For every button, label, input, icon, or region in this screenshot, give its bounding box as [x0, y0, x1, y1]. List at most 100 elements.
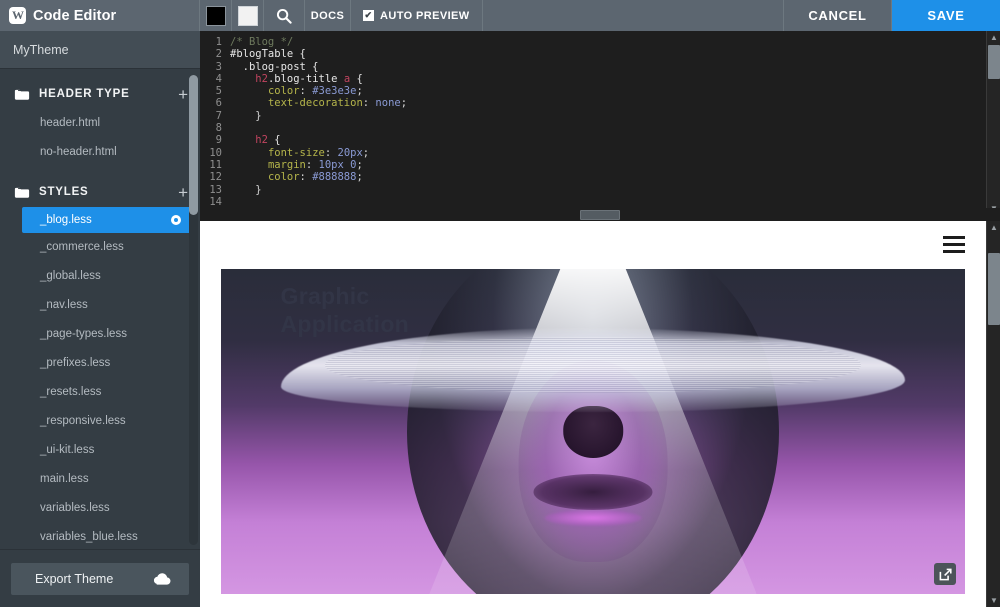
code-line-text[interactable]: color: #888888;: [230, 171, 363, 183]
scroll-up-arrow-icon[interactable]: ▲: [987, 221, 1000, 234]
code-line: 2 #blogTable {: [200, 48, 986, 60]
add-file-button[interactable]: +: [178, 184, 188, 201]
line-number: 4: [215, 72, 222, 85]
pane-splitter[interactable]: [200, 208, 1000, 221]
code-token: #888888: [312, 171, 357, 184]
file-item-prefixes-less[interactable]: _prefixes.less: [0, 349, 200, 378]
code-line: 4 h2.blog-title a {: [200, 73, 986, 85]
code-line-text[interactable]: h2.blog-title a {: [230, 73, 363, 85]
code-token: }: [230, 183, 262, 196]
code-token: :: [324, 146, 338, 159]
code-editor-pane[interactable]: 1/* Blog */2 #blogTable {3 .blog-post {4 …: [200, 31, 1000, 215]
gear-icon[interactable]: [170, 214, 182, 226]
black-swatch-icon: [205, 5, 226, 26]
code-editor-app: W Code Editor DOCS ✔ AUTO PREVIEW CANCEL…: [0, 0, 1000, 607]
preview-scrollbar-track[interactable]: ▲ ▼: [986, 221, 1000, 607]
docs-button[interactable]: DOCS: [305, 0, 351, 31]
preview-site-nav: [200, 221, 986, 266]
code-content[interactable]: 1/* Blog */2 #blogTable {3 .blog-post {4 …: [200, 36, 986, 215]
line-number: 13: [209, 183, 222, 196]
editor-scrollbar-thumb[interactable]: [988, 45, 1000, 79]
hero-heading: Graphic Application: [281, 282, 410, 338]
hamburger-menu-icon[interactable]: [943, 236, 965, 257]
file-item-blog-less-selected[interactable]: _blog.less: [22, 207, 192, 233]
sidebar-scrollbar-thumb[interactable]: [189, 75, 198, 215]
code-line-text[interactable]: text-decoration: none;: [230, 97, 407, 109]
code-token: ;: [356, 171, 363, 184]
search-button[interactable]: [264, 0, 305, 31]
code-line: 8: [200, 122, 986, 134]
open-in-new-window-button[interactable]: [934, 563, 956, 585]
line-number: 12: [209, 171, 222, 184]
code-line-text[interactable]: }: [230, 109, 262, 122]
code-token: ;: [400, 97, 408, 110]
add-file-button[interactable]: +: [178, 86, 188, 103]
code-line-text[interactable]: color: #3e3e3e;: [230, 85, 363, 97]
file-item-main-less[interactable]: main.less: [0, 465, 200, 494]
code-token: ;: [356, 158, 363, 171]
code-line: 14: [200, 196, 986, 208]
file-item-nav-less[interactable]: _nav.less: [0, 291, 200, 320]
preview-scrollbar-thumb[interactable]: [988, 253, 1000, 325]
file-group-header-styles[interactable]: STYLES +: [0, 177, 200, 207]
export-theme-button[interactable]: Export Theme: [11, 562, 189, 595]
code-token: :: [305, 158, 319, 171]
file-item-header-html[interactable]: header.html: [0, 109, 200, 138]
scroll-down-arrow-icon[interactable]: ▼: [987, 594, 1000, 607]
white-swatch-icon: [237, 5, 258, 26]
code-line: 11 margin: 10px 0;: [200, 159, 986, 171]
file-item-page-types-less[interactable]: _page-types.less: [0, 320, 200, 349]
file-item-responsive-less[interactable]: _responsive.less: [0, 407, 200, 436]
code-token: {: [350, 72, 363, 85]
code-line-text[interactable]: margin: 10px 0;: [230, 159, 363, 171]
file-group-header-header-type[interactable]: HEADER TYPE +: [0, 79, 200, 109]
group-label: HEADER TYPE: [39, 88, 130, 100]
code-token: 20px: [337, 146, 363, 159]
code-scroll-area[interactable]: 1/* Blog */2 #blogTable {3 .blog-post {4 …: [200, 31, 986, 215]
file-item-global-less[interactable]: _global.less: [0, 262, 200, 291]
dark-theme-swatch-button[interactable]: [200, 0, 232, 31]
hero-paint-stroke-texture: [325, 337, 861, 393]
code-token: }: [230, 109, 262, 122]
code-line-text[interactable]: h2 {: [230, 134, 280, 146]
auto-preview-label: AUTO PREVIEW: [380, 9, 470, 22]
code-token: ;: [362, 146, 370, 159]
hero-heading-line1: Graphic: [280, 283, 370, 309]
code-line: 9 h2 {: [200, 134, 986, 146]
save-button[interactable]: SAVE: [892, 0, 1000, 31]
file-item-variables-less[interactable]: variables.less: [0, 494, 200, 523]
auto-preview-toggle[interactable]: ✔ AUTO PREVIEW: [351, 0, 483, 31]
scroll-up-arrow-icon[interactable]: ▲: [987, 31, 1000, 44]
sidebar-scrollbar-track[interactable]: [189, 75, 198, 545]
line-number: 9: [215, 134, 222, 147]
line-number: 14: [209, 195, 222, 208]
code-line-text[interactable]: font-size: 20px;: [230, 147, 369, 159]
folder-icon: [14, 89, 30, 100]
editor-scrollbar-track[interactable]: ▲ ▼: [986, 31, 1000, 215]
code-token: :: [299, 171, 313, 184]
splitter-handle[interactable]: [580, 209, 620, 220]
light-theme-swatch-button[interactable]: [232, 0, 264, 31]
line-number: 1: [215, 36, 222, 48]
file-item-ui-kit-less[interactable]: _ui-kit.less: [0, 436, 200, 465]
code-token: color: [267, 171, 300, 184]
toolbar-spacer: [483, 0, 784, 31]
code-line-text[interactable]: /* Blog */: [230, 36, 293, 48]
file-item-commerce-less[interactable]: _commerce.less: [0, 233, 200, 262]
code-line-text[interactable]: #blogTable {: [230, 48, 306, 60]
cancel-button[interactable]: CANCEL: [784, 0, 892, 31]
code-line-text[interactable]: .blog-post {: [230, 61, 319, 73]
code-line: 13 }: [200, 184, 986, 196]
code-line-text[interactable]: }: [230, 183, 262, 196]
code-line: 5 color: #3e3e3e;: [200, 85, 986, 97]
preview-pane: Graphic Application ▲ ▼: [200, 221, 1000, 607]
line-number: 8: [215, 122, 222, 135]
file-item-resets-less[interactable]: _resets.less: [0, 378, 200, 407]
line-number: 10: [209, 146, 222, 159]
burger-bar: [943, 250, 965, 253]
file-item-no-header-html[interactable]: no-header.html: [0, 138, 200, 167]
file-item-variables-blue-less[interactable]: variables_blue.less: [0, 523, 200, 549]
